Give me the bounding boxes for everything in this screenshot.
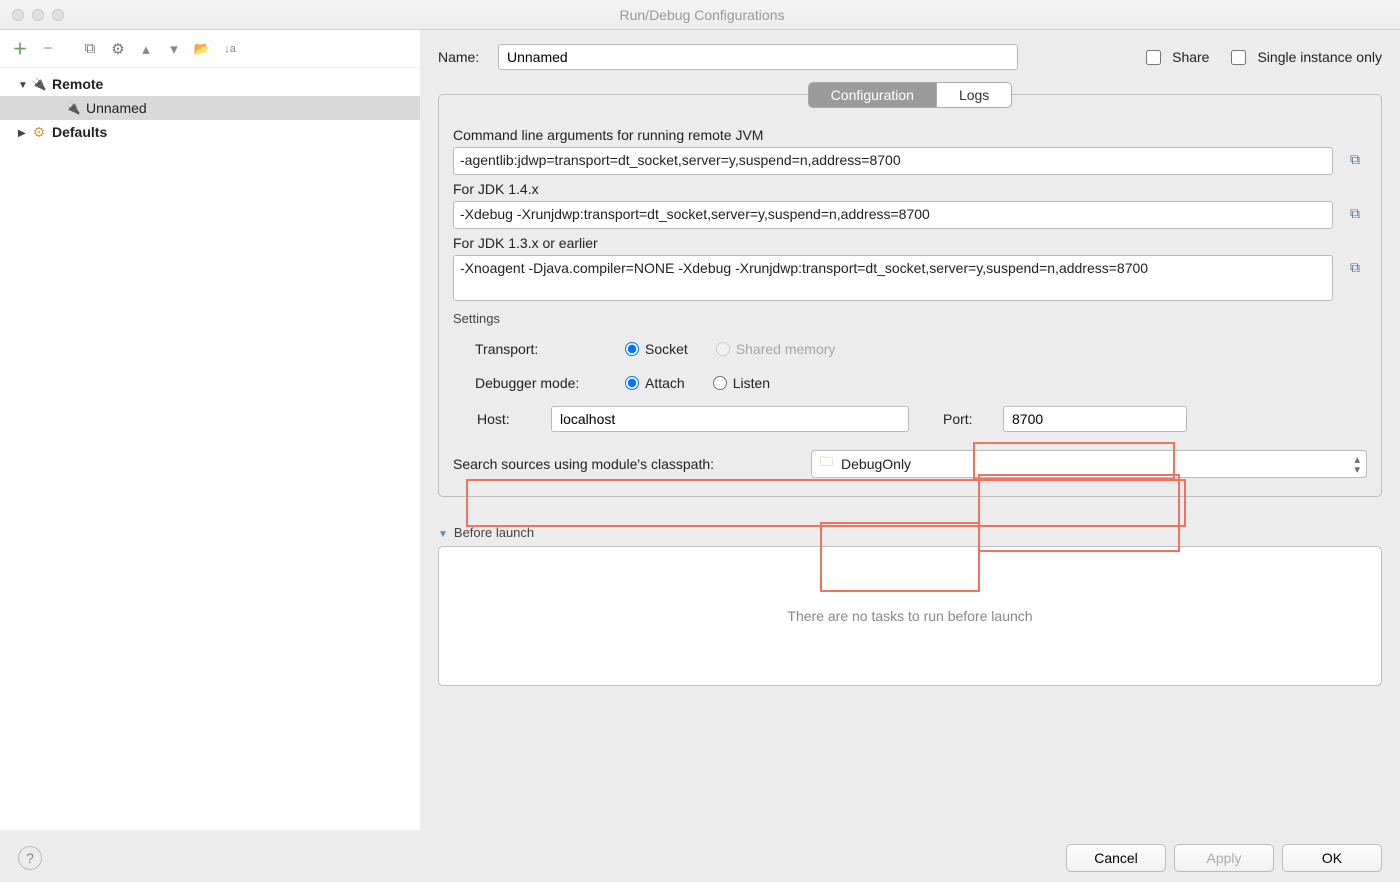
single-instance-checkbox[interactable] <box>1231 50 1246 65</box>
mode-listen-radio[interactable]: Listen <box>713 375 770 391</box>
port-label: Port: <box>943 411 989 427</box>
tree-node-remote[interactable]: Remote <box>0 72 420 96</box>
settings-label: Settings <box>453 311 1367 326</box>
copy-config-button[interactable] <box>80 39 100 59</box>
window-title: Run/Debug Configurations <box>64 7 1340 23</box>
args-main-value[interactable]: -agentlib:jdwp=transport=dt_socket,serve… <box>453 147 1333 175</box>
copy-main-button[interactable]: ⧉ <box>1343 147 1367 171</box>
args-jdk13-label: For JDK 1.3.x or earlier <box>453 235 1367 251</box>
args-jdk13-value[interactable]: -Xnoagent -Djava.compiler=NONE -Xdebug -… <box>453 255 1333 301</box>
single-instance-label: Single instance only <box>1257 49 1382 65</box>
tree-node-defaults[interactable]: Defaults <box>0 120 420 144</box>
ok-button[interactable]: OK <box>1282 844 1382 872</box>
before-launch-tasks[interactable]: There are no tasks to run before launch <box>438 546 1382 686</box>
before-launch-empty: There are no tasks to run before launch <box>787 608 1032 624</box>
sort-button[interactable] <box>220 39 240 59</box>
name-label: Name: <box>438 49 498 65</box>
config-tree[interactable]: Remote Unnamed Defaults <box>0 68 420 830</box>
remote-icon <box>64 101 82 115</box>
chevron-down-icon[interactable] <box>438 525 448 540</box>
add-config-button[interactable] <box>10 39 30 59</box>
before-launch-label: Before launch <box>454 525 534 540</box>
debugger-mode-label: Debugger mode: <box>475 375 625 391</box>
module-classpath-select[interactable]: DebugOnly ▴▾ <box>811 450 1367 478</box>
remote-icon <box>30 77 48 91</box>
transport-shared-radio: Shared memory <box>716 341 836 357</box>
transport-label: Transport: <box>475 341 625 357</box>
name-field[interactable] <box>498 44 1018 70</box>
mode-attach-label: Attach <box>645 375 685 391</box>
share-label: Share <box>1172 49 1209 65</box>
host-field[interactable] <box>551 406 909 432</box>
args-main-label: Command line arguments for running remot… <box>453 127 1367 143</box>
port-field[interactable] <box>1003 406 1187 432</box>
remove-config-button[interactable] <box>38 39 58 59</box>
gear-icon <box>30 124 48 141</box>
transport-socket-label: Socket <box>645 341 688 357</box>
copy-jdk13-button[interactable]: ⧉ <box>1343 255 1367 279</box>
module-classpath-label: Search sources using module's classpath: <box>453 456 811 472</box>
tree-node-label: Unnamed <box>86 100 147 116</box>
chevron-up-down-icon: ▴▾ <box>1354 455 1360 475</box>
move-down-button[interactable] <box>164 39 184 59</box>
transport-socket-radio[interactable]: Socket <box>625 341 688 357</box>
share-checkbox[interactable] <box>1146 50 1161 65</box>
move-up-button[interactable] <box>136 39 156 59</box>
tab-configuration[interactable]: Configuration <box>809 83 937 107</box>
tree-node-unnamed[interactable]: Unnamed <box>0 96 420 120</box>
args-jdk14-value[interactable]: -Xdebug -Xrunjdwp:transport=dt_socket,se… <box>453 201 1333 229</box>
args-jdk14-label: For JDK 1.4.x <box>453 181 1367 197</box>
copy-jdk14-button[interactable]: ⧉ <box>1343 201 1367 225</box>
minimize-icon[interactable] <box>32 9 44 21</box>
close-icon[interactable] <box>12 9 24 21</box>
folder-button[interactable] <box>192 39 212 59</box>
tree-node-label: Remote <box>52 76 103 92</box>
host-label: Host: <box>477 411 537 427</box>
apply-button[interactable]: Apply <box>1174 844 1274 872</box>
chevron-right-icon[interactable] <box>18 125 30 139</box>
chevron-down-icon[interactable] <box>18 77 30 91</box>
transport-shared-label: Shared memory <box>736 341 836 357</box>
tab-logs[interactable]: Logs <box>937 83 1011 107</box>
mode-listen-label: Listen <box>733 375 770 391</box>
module-classpath-value: DebugOnly <box>841 456 911 472</box>
edit-config-button[interactable] <box>108 39 128 59</box>
module-icon <box>820 453 833 475</box>
zoom-icon[interactable] <box>52 9 64 21</box>
window-controls[interactable] <box>12 9 64 21</box>
cancel-button[interactable]: Cancel <box>1066 844 1166 872</box>
help-button[interactable]: ? <box>18 846 42 870</box>
mode-attach-radio[interactable]: Attach <box>625 375 685 391</box>
tree-node-label: Defaults <box>52 124 107 140</box>
